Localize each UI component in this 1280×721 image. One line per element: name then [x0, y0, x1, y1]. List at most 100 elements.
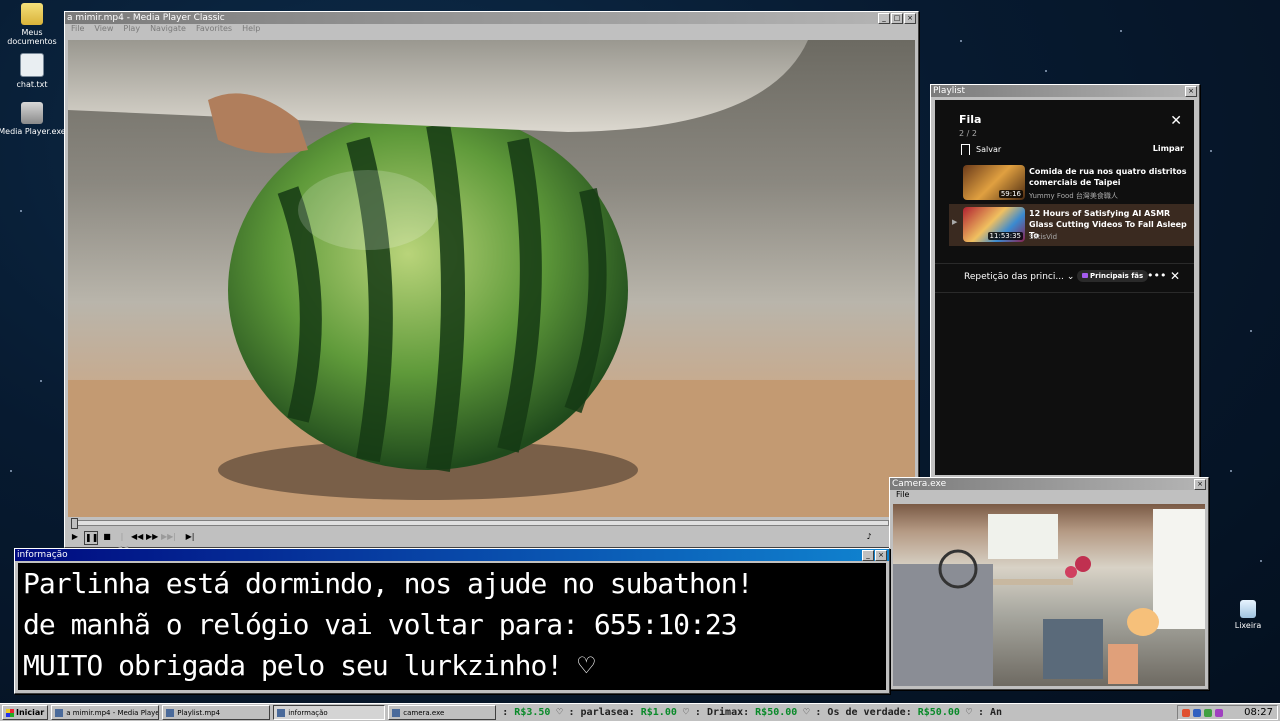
- previous-icon[interactable]: |◀◀: [116, 531, 128, 553]
- close-icon[interactable]: ✕: [1170, 269, 1180, 283]
- desktop-icon-documents[interactable]: Meus documentos: [0, 3, 67, 46]
- queue-count: 2 / 2: [959, 129, 977, 138]
- stop-icon[interactable]: ■: [101, 531, 113, 543]
- close-button[interactable]: ×: [1194, 478, 1206, 490]
- task-label: informação: [288, 708, 328, 717]
- donation-amount: R$1.00: [640, 707, 677, 718]
- video-thumbnail: 11:53:35: [963, 207, 1025, 242]
- clear-button[interactable]: Limpar: [1153, 144, 1184, 153]
- menu-play[interactable]: Play: [123, 24, 140, 35]
- top-fans-chip[interactable]: Principais fãs: [1077, 270, 1149, 282]
- volume-icon[interactable]: ♪: [863, 531, 875, 543]
- tray-app-icon[interactable]: [1193, 708, 1202, 717]
- close-icon[interactable]: ✕: [1170, 113, 1182, 129]
- window-title: Playlist: [933, 86, 965, 96]
- badge-icon: [1082, 273, 1088, 278]
- task-label: camera.exe: [403, 708, 445, 717]
- playlist-titlebar[interactable]: Playlist ×: [931, 85, 1199, 97]
- queue-item[interactable]: 59:16 Comida de rua nos quatro distritos…: [949, 162, 1194, 204]
- close-button[interactable]: ×: [1185, 85, 1197, 97]
- camera-titlebar[interactable]: Camera.exe ×: [890, 478, 1208, 490]
- rewind-icon[interactable]: ◀◀: [131, 531, 143, 543]
- task-label: Playlist.mp4: [177, 708, 221, 717]
- tray-app-icon[interactable]: [1182, 708, 1191, 717]
- menu-bar: File View Play Navigate Favorites Help: [65, 24, 918, 35]
- donation-amount: R$50.00: [755, 707, 798, 718]
- chip-label: Principais fãs: [1090, 272, 1144, 280]
- donor-name: Os de verdade: [827, 707, 906, 718]
- camera-window: Camera.exe × File: [889, 477, 1209, 690]
- fast-forward-icon[interactable]: ▶▶: [146, 531, 158, 543]
- playback-controls: ▶ ❚❚ ■ |◀◀ ◀◀ ▶▶ ▶▶| ▶|: [69, 531, 196, 553]
- queue-item-channel: Yummy Food 台灣美食職人: [1029, 192, 1118, 200]
- maximize-button[interactable]: □: [891, 12, 903, 24]
- taskbar-item-playlist[interactable]: Playlist.mp4: [162, 705, 271, 720]
- taskbar-item-info[interactable]: informação: [273, 705, 386, 720]
- start-button[interactable]: Iniciar: [2, 705, 49, 720]
- close-button[interactable]: ×: [875, 549, 887, 561]
- video-thumbnail: 59:16: [963, 165, 1025, 200]
- menu-favorites[interactable]: Favorites: [196, 24, 232, 35]
- menu-help[interactable]: Help: [242, 24, 260, 35]
- info-message: Parlinha está dormindo, nos ajude no sub…: [18, 563, 886, 690]
- tray-app-icon[interactable]: [1204, 708, 1213, 717]
- app-icon: [392, 708, 401, 717]
- duration-badge: 11:53:35: [987, 232, 1023, 240]
- media-player-window: a mimir.mp4 - Media Player Classic _ □ ×…: [64, 11, 919, 553]
- queue-item-current[interactable]: ▶ 11:53:35 12 Hours of Satisfying AI ASM…: [949, 204, 1194, 246]
- menu-navigate[interactable]: Navigate: [150, 24, 186, 35]
- recycle-bin-icon: [1240, 600, 1256, 618]
- pause-icon[interactable]: ❚❚: [84, 531, 98, 545]
- media-player-icon: [21, 102, 43, 124]
- minimize-button[interactable]: _: [862, 549, 874, 561]
- info-line: MUITO obrigada pelo seu lurkzinho! ♡: [23, 649, 595, 682]
- desktop-icon-label: chat.txt: [16, 80, 48, 89]
- close-button[interactable]: ×: [904, 12, 916, 24]
- info-titlebar[interactable]: informação _ ×: [15, 549, 889, 561]
- queue-panel: Fila 2 / 2 ✕ Salvar Limpar 59:16 Comida …: [935, 100, 1194, 475]
- now-playing-icon: ▶: [952, 218, 958, 226]
- playlist-window: Playlist × Fila 2 / 2 ✕ Salvar Limpar 59…: [930, 84, 1200, 479]
- seek-handle[interactable]: [71, 518, 78, 529]
- donor-name: Drimax: [706, 707, 744, 718]
- desktop-icon-label: Media Player.exe: [0, 127, 66, 136]
- desktop-icon-label: Lixeira: [1234, 621, 1262, 630]
- menu-file[interactable]: File: [896, 490, 909, 501]
- clock[interactable]: 08:27: [1244, 707, 1273, 718]
- repeat-label: Repetição das princi...: [964, 272, 1064, 282]
- frame-step-icon[interactable]: ▶|: [184, 531, 196, 543]
- bookmark-icon: [961, 144, 970, 155]
- next-icon[interactable]: ▶▶|: [161, 531, 176, 543]
- menu-view[interactable]: View: [94, 24, 113, 35]
- info-line: de manhã o relógio vai voltar para: 655:…: [23, 608, 738, 641]
- seek-bar[interactable]: [71, 518, 889, 529]
- taskbar: Iniciar a mimir.mp4 - Media Player... Pl…: [0, 703, 1280, 721]
- info-window: informação _ × Parlinha está dormindo, n…: [14, 548, 890, 694]
- taskbar-item-media-player[interactable]: a mimir.mp4 - Media Player...: [51, 705, 160, 720]
- system-tray: 08:27: [1177, 705, 1278, 720]
- minimize-button[interactable]: _: [878, 12, 890, 24]
- desktop-icon-chat[interactable]: chat.txt: [0, 53, 67, 89]
- folder-icon: [21, 3, 43, 25]
- duration-badge: 59:16: [998, 190, 1023, 198]
- taskbar-item-camera[interactable]: camera.exe: [388, 705, 497, 720]
- tray-app-icon[interactable]: [1215, 708, 1224, 717]
- start-label: Iniciar: [16, 708, 45, 717]
- menu-file[interactable]: File: [71, 24, 84, 35]
- queue-item-channel: SatisVid: [1029, 233, 1058, 241]
- video-frame[interactable]: [68, 40, 915, 517]
- repeat-dropdown[interactable]: Repetição das princi... ⌄: [964, 272, 1074, 282]
- donation-amount: R$3.50: [514, 707, 551, 718]
- app-icon: [55, 708, 64, 717]
- more-options-icon[interactable]: •••: [1147, 269, 1166, 282]
- desktop-icon-media-player[interactable]: Media Player.exe: [0, 102, 67, 136]
- save-button[interactable]: Salvar: [961, 144, 1001, 155]
- desktop-icon-recycle-bin[interactable]: Lixeira: [1213, 600, 1280, 630]
- media-player-titlebar[interactable]: a mimir.mp4 - Media Player Classic _ □ ×: [65, 12, 918, 24]
- donor-name: An: [990, 707, 1003, 718]
- window-title: a mimir.mp4 - Media Player Classic: [67, 13, 225, 23]
- info-line: Parlinha está dormindo, nos ajude no sub…: [23, 567, 753, 600]
- app-icon: [277, 708, 286, 717]
- windows-logo-icon: [6, 708, 14, 717]
- play-icon[interactable]: ▶: [69, 531, 81, 543]
